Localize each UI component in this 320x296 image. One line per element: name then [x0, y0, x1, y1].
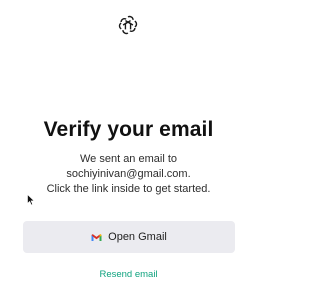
verification-message: We sent an email to sochiyinivan@gmail.c… [0, 152, 257, 197]
email-address: sochiyinivan@gmail.com. [66, 168, 191, 180]
mouse-cursor-icon [27, 194, 35, 206]
message-line-1: We sent an email to [79, 153, 177, 165]
resend-email-link[interactable]: Resend email [0, 269, 257, 280]
verify-email-page: Verify your email We sent an email to so… [0, 0, 257, 296]
openai-logo-icon [118, 15, 138, 35]
gmail-icon [91, 233, 102, 241]
open-gmail-button[interactable]: Open Gmail [23, 221, 235, 253]
message-line-3: Click the link inside to get started. [46, 183, 211, 195]
open-gmail-label: Open Gmail [108, 231, 167, 243]
page-title: Verify your email [43, 118, 214, 141]
